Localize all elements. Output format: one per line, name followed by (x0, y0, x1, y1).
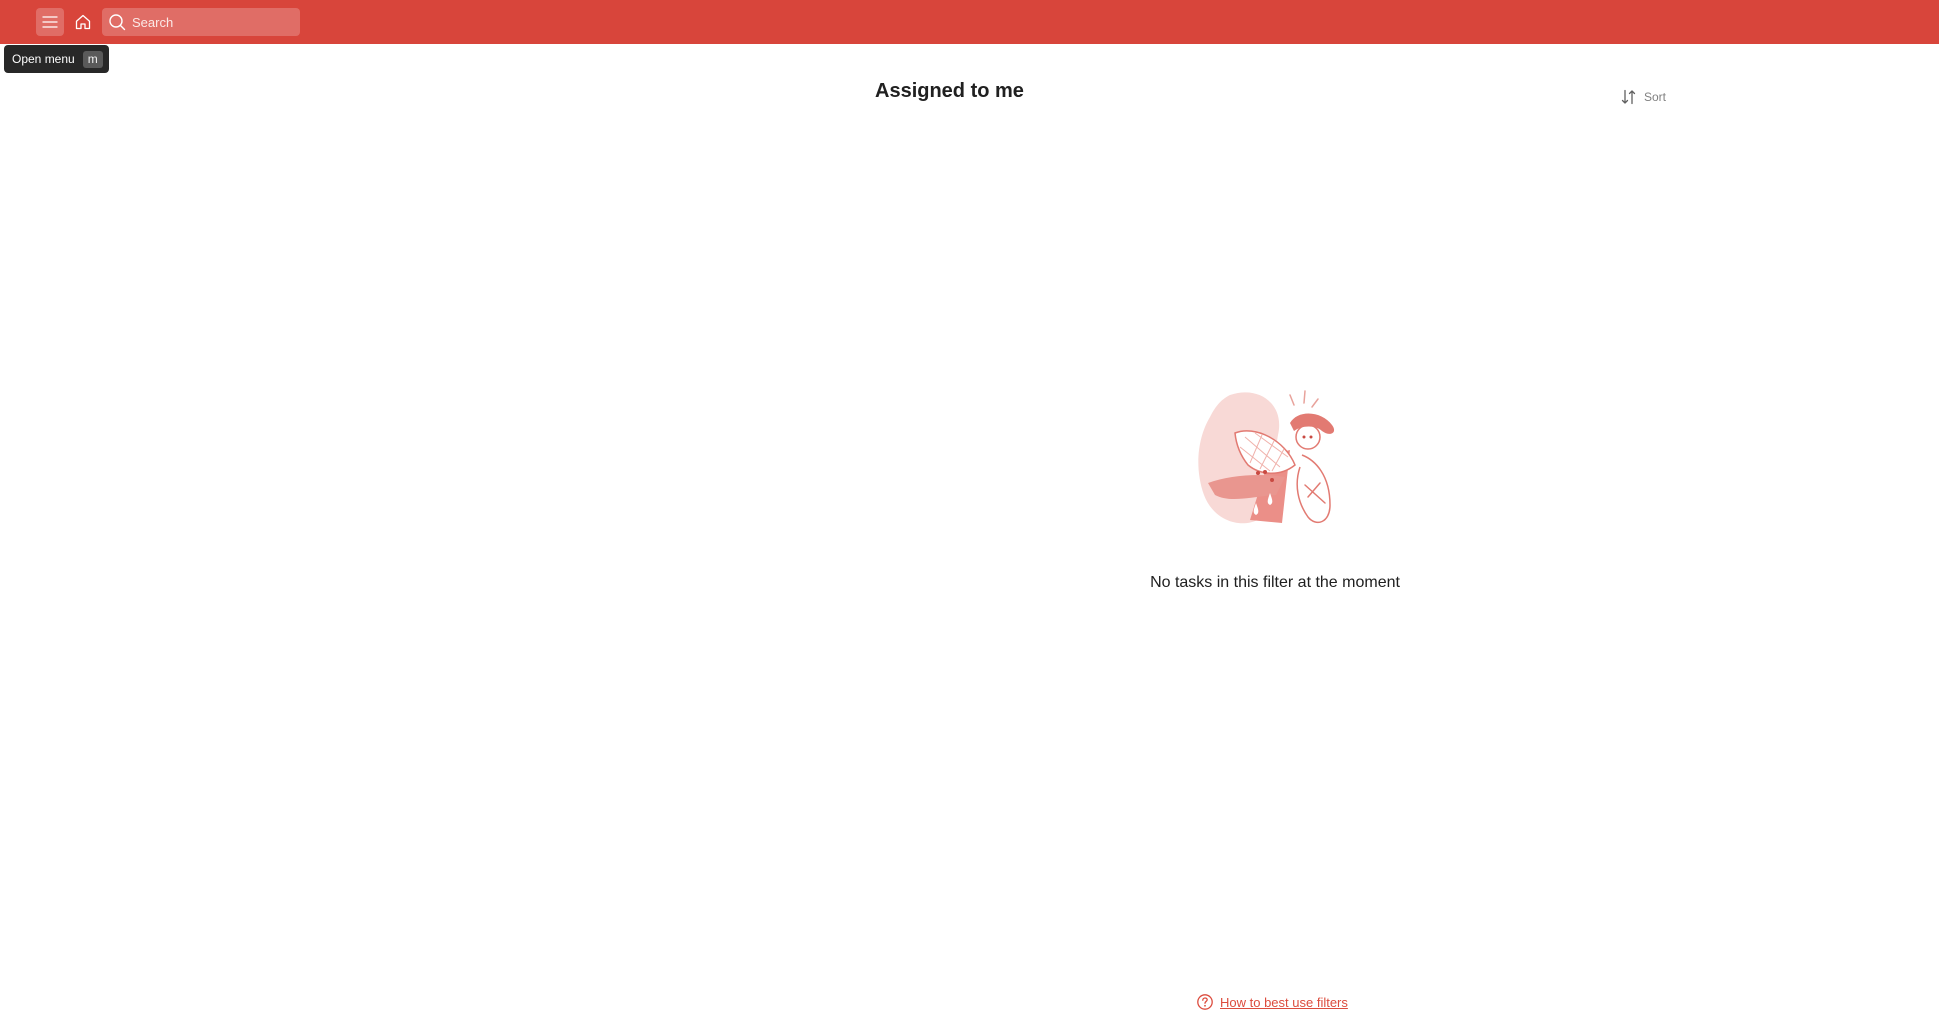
sort-button[interactable]: Sort (1620, 86, 1666, 108)
search-input[interactable] (132, 14, 292, 30)
page-title: Assigned to me (875, 80, 1024, 102)
home-button[interactable] (69, 8, 97, 36)
empty-filter-illustration (1198, 390, 1335, 524)
top-bar (0, 0, 1939, 44)
sort-icon (1621, 89, 1636, 105)
open-menu-button[interactable] (36, 8, 64, 36)
question-circle-icon (1197, 994, 1213, 1010)
hamburger-icon (42, 16, 58, 28)
tooltip-shortcut-key: m (82, 50, 103, 68)
search-box[interactable] (102, 8, 300, 36)
help-filters-link-label[interactable]: How to best use filters (1220, 995, 1348, 1010)
empty-state-message: No tasks in this filter at the moment (1150, 574, 1400, 591)
tooltip-label: Open menu (12, 52, 75, 66)
open-menu-tooltip: Open menu m (4, 45, 109, 73)
search-icon (109, 14, 126, 31)
help-filters-link[interactable]: How to best use filters (1196, 991, 1348, 1013)
home-icon (75, 14, 91, 30)
sort-label: Sort (1644, 90, 1667, 104)
